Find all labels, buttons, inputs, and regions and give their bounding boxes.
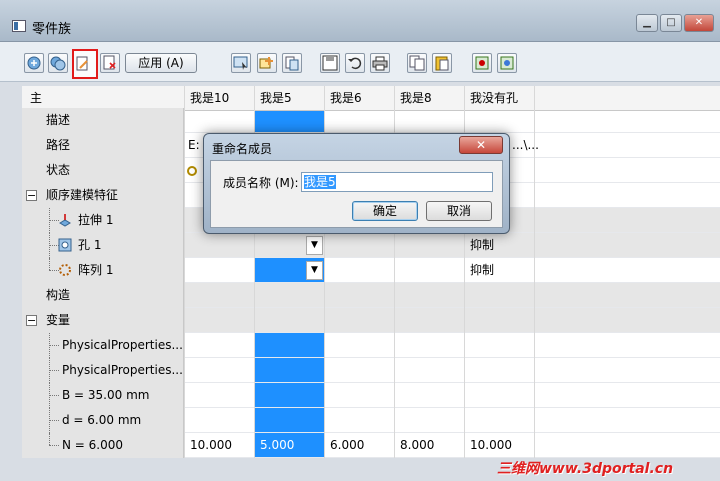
- table-row: d = 6.00 mm: [22, 408, 720, 433]
- table-row: 构造: [22, 283, 720, 308]
- table-row: − 变量: [22, 308, 720, 333]
- table-cell[interactable]: 6.000: [330, 433, 364, 458]
- watermark: 三维网www.3dportal.cn: [497, 461, 674, 477]
- table-cell[interactable]: 5.000: [260, 433, 294, 458]
- row-label: PhysicalProperties...: [62, 338, 183, 352]
- ok-button[interactable]: 确定: [352, 201, 418, 221]
- table-row: N = 6.000 10.000 5.000 6.000 8.000 10.00…: [22, 433, 720, 458]
- rename-member-icon[interactable]: [72, 49, 98, 79]
- title-bar: 零件族 ▁ □ ✕: [0, 0, 720, 42]
- row-label: 描述: [46, 113, 71, 127]
- apply-button[interactable]: 应用 (A): [125, 53, 197, 73]
- row-label: 顺序建模特征: [46, 188, 119, 202]
- toolbar: 应用 (A): [0, 42, 720, 82]
- row-label: d = 6.00 mm: [62, 413, 142, 427]
- dialog-close-button[interactable]: ✕: [459, 136, 503, 154]
- close-button[interactable]: ✕: [684, 14, 714, 32]
- table-row: PhysicalProperties...: [22, 333, 720, 358]
- cancel-button[interactable]: 取消: [426, 201, 492, 221]
- maximize-button[interactable]: □: [660, 14, 682, 32]
- pattern-feature-icon: [59, 264, 71, 276]
- collapse-features-icon[interactable]: −: [26, 190, 37, 201]
- table-cell[interactable]: 抑制: [470, 233, 494, 258]
- save-icon[interactable]: [320, 53, 340, 73]
- table-cell[interactable]: E:: [188, 133, 200, 158]
- status-lock-icon: [187, 166, 197, 176]
- verify-icon[interactable]: [472, 53, 492, 73]
- dialog-title: 重命名成员: [212, 142, 273, 156]
- table-row: PhysicalProperties...: [22, 358, 720, 383]
- update-icon[interactable]: [497, 53, 517, 73]
- table-row: 描述: [22, 108, 720, 133]
- row-label: 变量: [46, 313, 71, 327]
- table-row: 孔 1 ▼ 抑制: [22, 233, 720, 258]
- insert-member-icon[interactable]: [24, 53, 44, 73]
- print-icon[interactable]: [370, 53, 390, 73]
- delete-member-icon[interactable]: [100, 53, 120, 73]
- hole-feature-icon: [58, 238, 72, 252]
- window-title: 零件族: [32, 22, 72, 37]
- extrude-feature-icon: [59, 214, 71, 227]
- row-label: PhysicalProperties...: [62, 363, 183, 377]
- row-label: 路径: [46, 138, 71, 152]
- row-label: 构造: [46, 288, 71, 302]
- table-cell[interactable]: 抑制: [470, 258, 494, 283]
- member-name-input[interactable]: 我是5: [301, 172, 493, 192]
- row-label: 状态: [46, 163, 71, 177]
- collapse-variables-icon[interactable]: −: [26, 315, 37, 326]
- add-feature-icon[interactable]: [257, 53, 277, 73]
- member-name-label: 成员名称 (M):: [223, 176, 299, 190]
- table-row: 阵列 1 ▼ 抑制: [22, 258, 720, 283]
- undo-icon[interactable]: [345, 53, 365, 73]
- row-label: 阵列 1: [78, 263, 114, 277]
- row-label: N = 6.000: [62, 438, 124, 452]
- paste-clipboard-icon[interactable]: [432, 53, 452, 73]
- window-app-icon: [12, 20, 26, 32]
- table-row: B = 35.00 mm: [22, 383, 720, 408]
- part-family-window: 零件族 ▁ □ ✕ 应用 (A) 主 我是10 我是5 我是6 我是8 我没有孔…: [0, 0, 720, 481]
- dialog-body: 成员名称 (M): 我是5 确定 取消: [210, 160, 503, 228]
- copy-icon[interactable]: [407, 53, 427, 73]
- table-cell[interactable]: 10.000: [190, 433, 232, 458]
- rename-member-dialog: 重命名成员 ✕ 成员名称 (M): 我是5 确定 取消: [203, 133, 510, 234]
- minimize-button[interactable]: ▁: [636, 14, 658, 32]
- row-label: 拉伸 1: [78, 213, 114, 227]
- table-cell[interactable]: 10.000: [470, 433, 512, 458]
- chevron-down-icon[interactable]: ▼: [306, 261, 323, 280]
- add-members-icon[interactable]: [48, 53, 68, 73]
- select-feature-icon[interactable]: [231, 53, 251, 73]
- paste-icon[interactable]: [282, 53, 302, 73]
- chevron-down-icon[interactable]: ▼: [306, 236, 323, 255]
- table-cell[interactable]: 8.000: [400, 433, 434, 458]
- row-label: 孔 1: [78, 238, 102, 252]
- row-label: B = 35.00 mm: [62, 388, 150, 402]
